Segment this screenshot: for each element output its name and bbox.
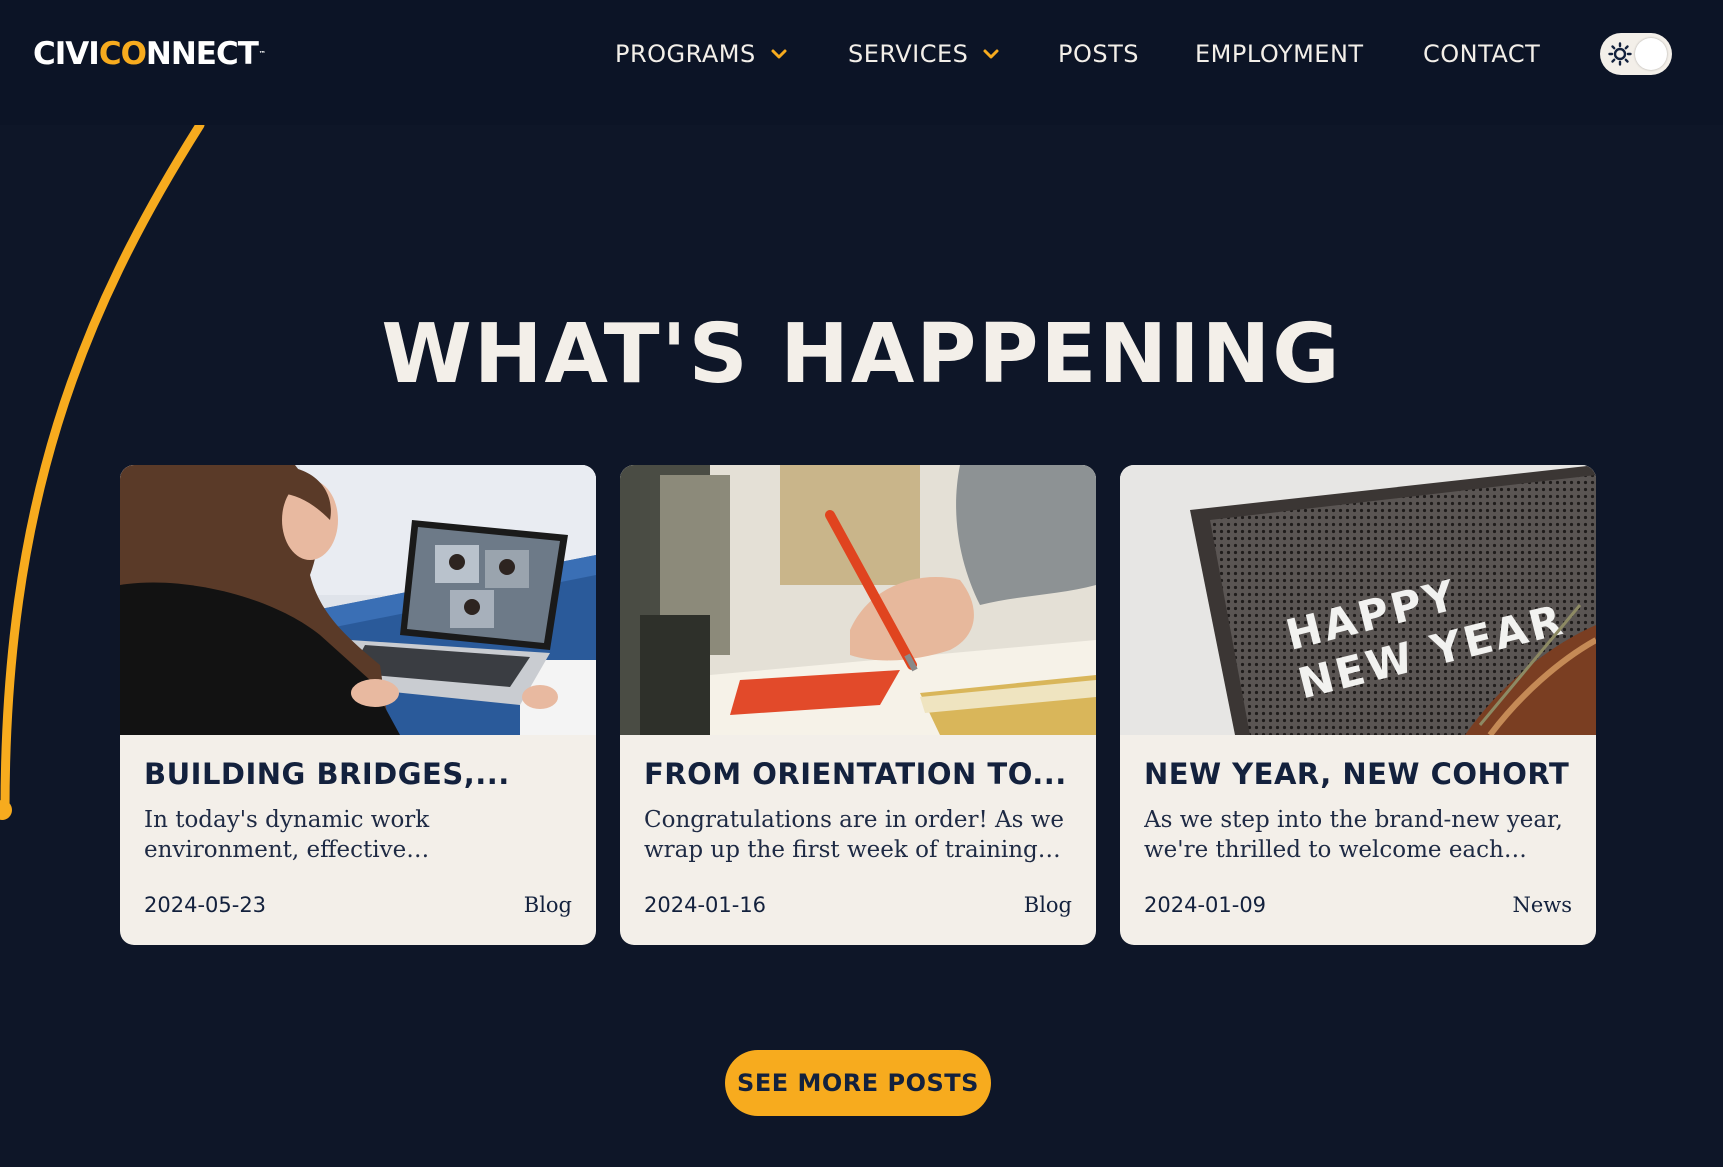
post-category: News (1512, 893, 1572, 917)
logo-text-start: CIVI (33, 36, 100, 72)
brand-logo[interactable]: CIVICONNECT™ (33, 34, 266, 74)
post-image-video-call (120, 465, 596, 735)
post-card[interactable]: HAPPY NEW YEAR NEW YEAR, NEW COHORT As w… (1120, 465, 1596, 945)
post-date: 2024-01-16 (644, 893, 767, 917)
post-date: 2024-05-23 (144, 893, 267, 917)
chevron-down-icon (770, 45, 788, 63)
nav-services[interactable]: SERVICES (848, 34, 1000, 74)
nav-programs-label: PROGRAMS (615, 40, 756, 68)
nav-programs[interactable]: PROGRAMS (615, 34, 788, 74)
post-image-writing (620, 465, 1096, 735)
post-title[interactable]: NEW YEAR, NEW COHORT (1144, 757, 1574, 791)
nav-employment[interactable]: EMPLOYMENT (1195, 34, 1364, 74)
nav-posts[interactable]: POSTS (1058, 34, 1139, 74)
post-card[interactable]: BUILDING BRIDGES,... In today's dynamic … (120, 465, 596, 945)
logo-trademark: ™ (258, 50, 266, 58)
toggle-knob (1635, 38, 1667, 70)
theme-toggle[interactable] (1600, 33, 1672, 75)
post-category: Blog (523, 893, 572, 917)
chevron-down-icon (982, 45, 1000, 63)
post-title[interactable]: BUILDING BRIDGES,... (144, 757, 574, 791)
section-heading: WHAT'S HAPPENING (381, 307, 1342, 402)
post-date: 2024-01-09 (1144, 893, 1267, 917)
site-header: CIVICONNECT™ PROGRAMS SERVICES POSTS EMP… (0, 0, 1723, 125)
post-excerpt: Congratulations are in order! As we wrap… (644, 807, 1065, 863)
page: CIVICONNECT™ PROGRAMS SERVICES POSTS EMP… (0, 0, 1723, 1167)
nav-services-label: SERVICES (848, 40, 969, 68)
logo-text-end: NNECT (145, 36, 259, 72)
see-more-posts-button[interactable]: SEE MORE POSTS (725, 1050, 991, 1116)
sun-icon (1608, 42, 1632, 66)
post-card[interactable]: FROM ORIENTATION TO... Congratulations a… (620, 465, 1096, 945)
post-excerpt: In today's dynamic work environment, eff… (144, 807, 430, 863)
post-category: Blog (1023, 893, 1072, 917)
post-excerpt: As we step into the brand-new year, we'r… (1144, 807, 1563, 863)
nav-employment-label: EMPLOYMENT (1195, 40, 1364, 68)
nav-contact-label: CONTACT (1423, 40, 1541, 68)
nav-contact[interactable]: CONTACT (1423, 34, 1540, 74)
post-title[interactable]: FROM ORIENTATION TO... (644, 757, 1074, 791)
logo-text-accent: CO (98, 36, 147, 72)
nav-posts-label: POSTS (1058, 40, 1139, 68)
post-image-new-year: HAPPY NEW YEAR (1120, 465, 1596, 735)
